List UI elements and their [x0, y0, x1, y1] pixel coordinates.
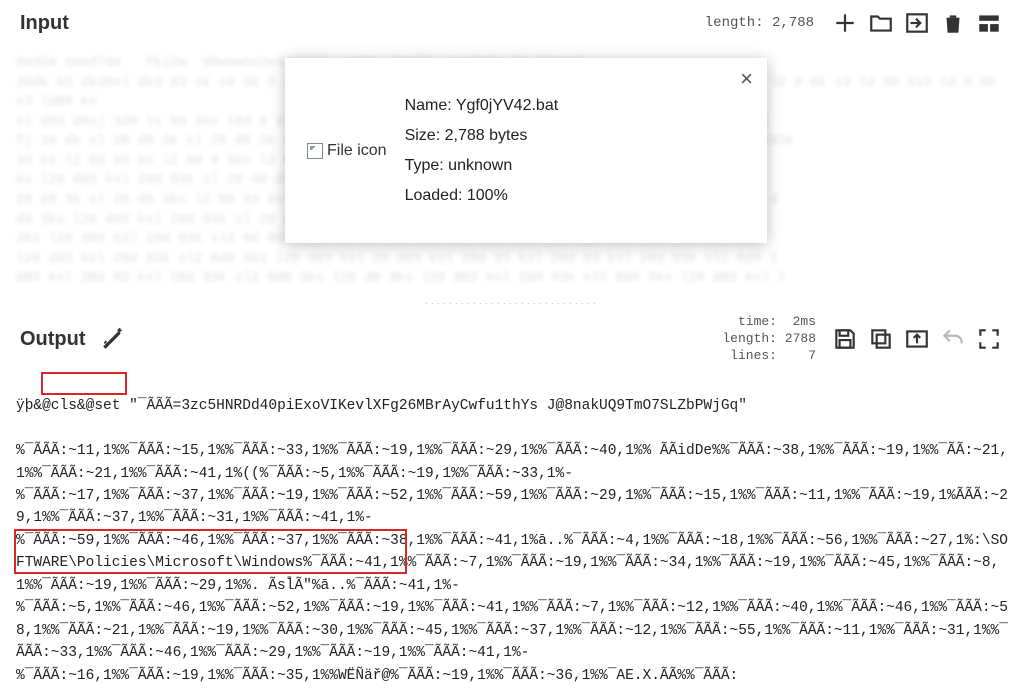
input-title: Input: [20, 12, 69, 35]
input-header: Input length: 2,788: [0, 0, 1024, 46]
input-area[interactable]: ded34 smod74e fki2w 99wowoo2e4d83hfi so9…: [0, 46, 1024, 298]
file-icon: File icon: [307, 142, 387, 160]
add-button[interactable]: [830, 8, 860, 38]
open-folder-button[interactable]: [866, 8, 896, 38]
file-name-row: Name: Ygf0jYV42.bat: [405, 97, 559, 115]
output-line-1: ÿþ&@cls&@set "¯ÃÃÃ=3zc5HNRDd40piExoVIKev…: [16, 398, 747, 414]
output-area[interactable]: ÿþ&@cls&@set "¯ÃÃÃ=3zc5HNRDd40piExoVIKev…: [0, 369, 1024, 699]
input-length-label: length: 2,788: [705, 15, 814, 31]
magic-wand-button[interactable]: [98, 324, 128, 354]
copy-button[interactable]: [866, 324, 896, 354]
fullscreen-button[interactable]: [974, 324, 1004, 354]
output-stats: time: 2ms length: 2788 lines: 7: [722, 314, 816, 365]
pane-divider[interactable]: ·····························: [0, 298, 1024, 308]
output-line-3: %¯ÃÃÃ:~17,1%%¯ÃÃÃ:~37,1%%¯ÃÃÃ:~19,1%%¯ÃÃ…: [16, 488, 1008, 526]
highlight-cls-set: [41, 372, 127, 395]
layout-button[interactable]: [974, 8, 1004, 38]
output-line-2: %¯ÃÃÃ:~11,1%%¯ÃÃÃ:~15,1%%¯ÃÃÃ:~33,1%%¯ÃÃ…: [16, 443, 1008, 481]
file-details: Name: Ygf0jYV42.bat Size: 2,788 bytes Ty…: [405, 97, 559, 205]
file-size-row: Size: 2,788 bytes: [405, 127, 559, 145]
file-type-row: Type: unknown: [405, 157, 559, 175]
save-button[interactable]: [830, 324, 860, 354]
input-toolbar: length: 2,788: [705, 8, 1004, 38]
broken-image-icon: [307, 143, 323, 159]
file-loaded-row: Loaded: 100%: [405, 187, 559, 205]
output-line-4: %¯ÃÃÃ:~59,1%%¯ÃÃÃ:~46,1%%¯ÃÃÃ:~37,1%%¯ÃÃ…: [16, 533, 1008, 594]
output-line-6: %¯ÃÃÃ:~16,1%%¯ÃÃÃ:~19,1%%¯ÃÃÃ:~35,1%%WËÑ…: [16, 668, 738, 684]
move-to-input-button[interactable]: [902, 324, 932, 354]
clear-button[interactable]: [938, 8, 968, 38]
output-toolbar: time: 2ms length: 2788 lines: 7: [722, 314, 1004, 365]
undo-button[interactable]: [938, 324, 968, 354]
import-button[interactable]: [902, 8, 932, 38]
output-header: Output time: 2ms length: 2788 lines: 7: [0, 308, 1024, 369]
output-line-5: %¯ÃÃÃ:~5,1%%¯ÃÃÃ:~46,1%%¯ÃÃÃ:~52,1%%¯ÃÃÃ…: [16, 600, 1008, 661]
output-title: Output: [20, 328, 86, 351]
file-info-popup: × File icon Name: Ygf0jYV42.bat Size: 2,…: [285, 58, 767, 243]
file-icon-alt: File icon: [327, 142, 387, 160]
output-title-wrap: Output: [20, 324, 128, 354]
close-icon[interactable]: ×: [740, 66, 753, 92]
